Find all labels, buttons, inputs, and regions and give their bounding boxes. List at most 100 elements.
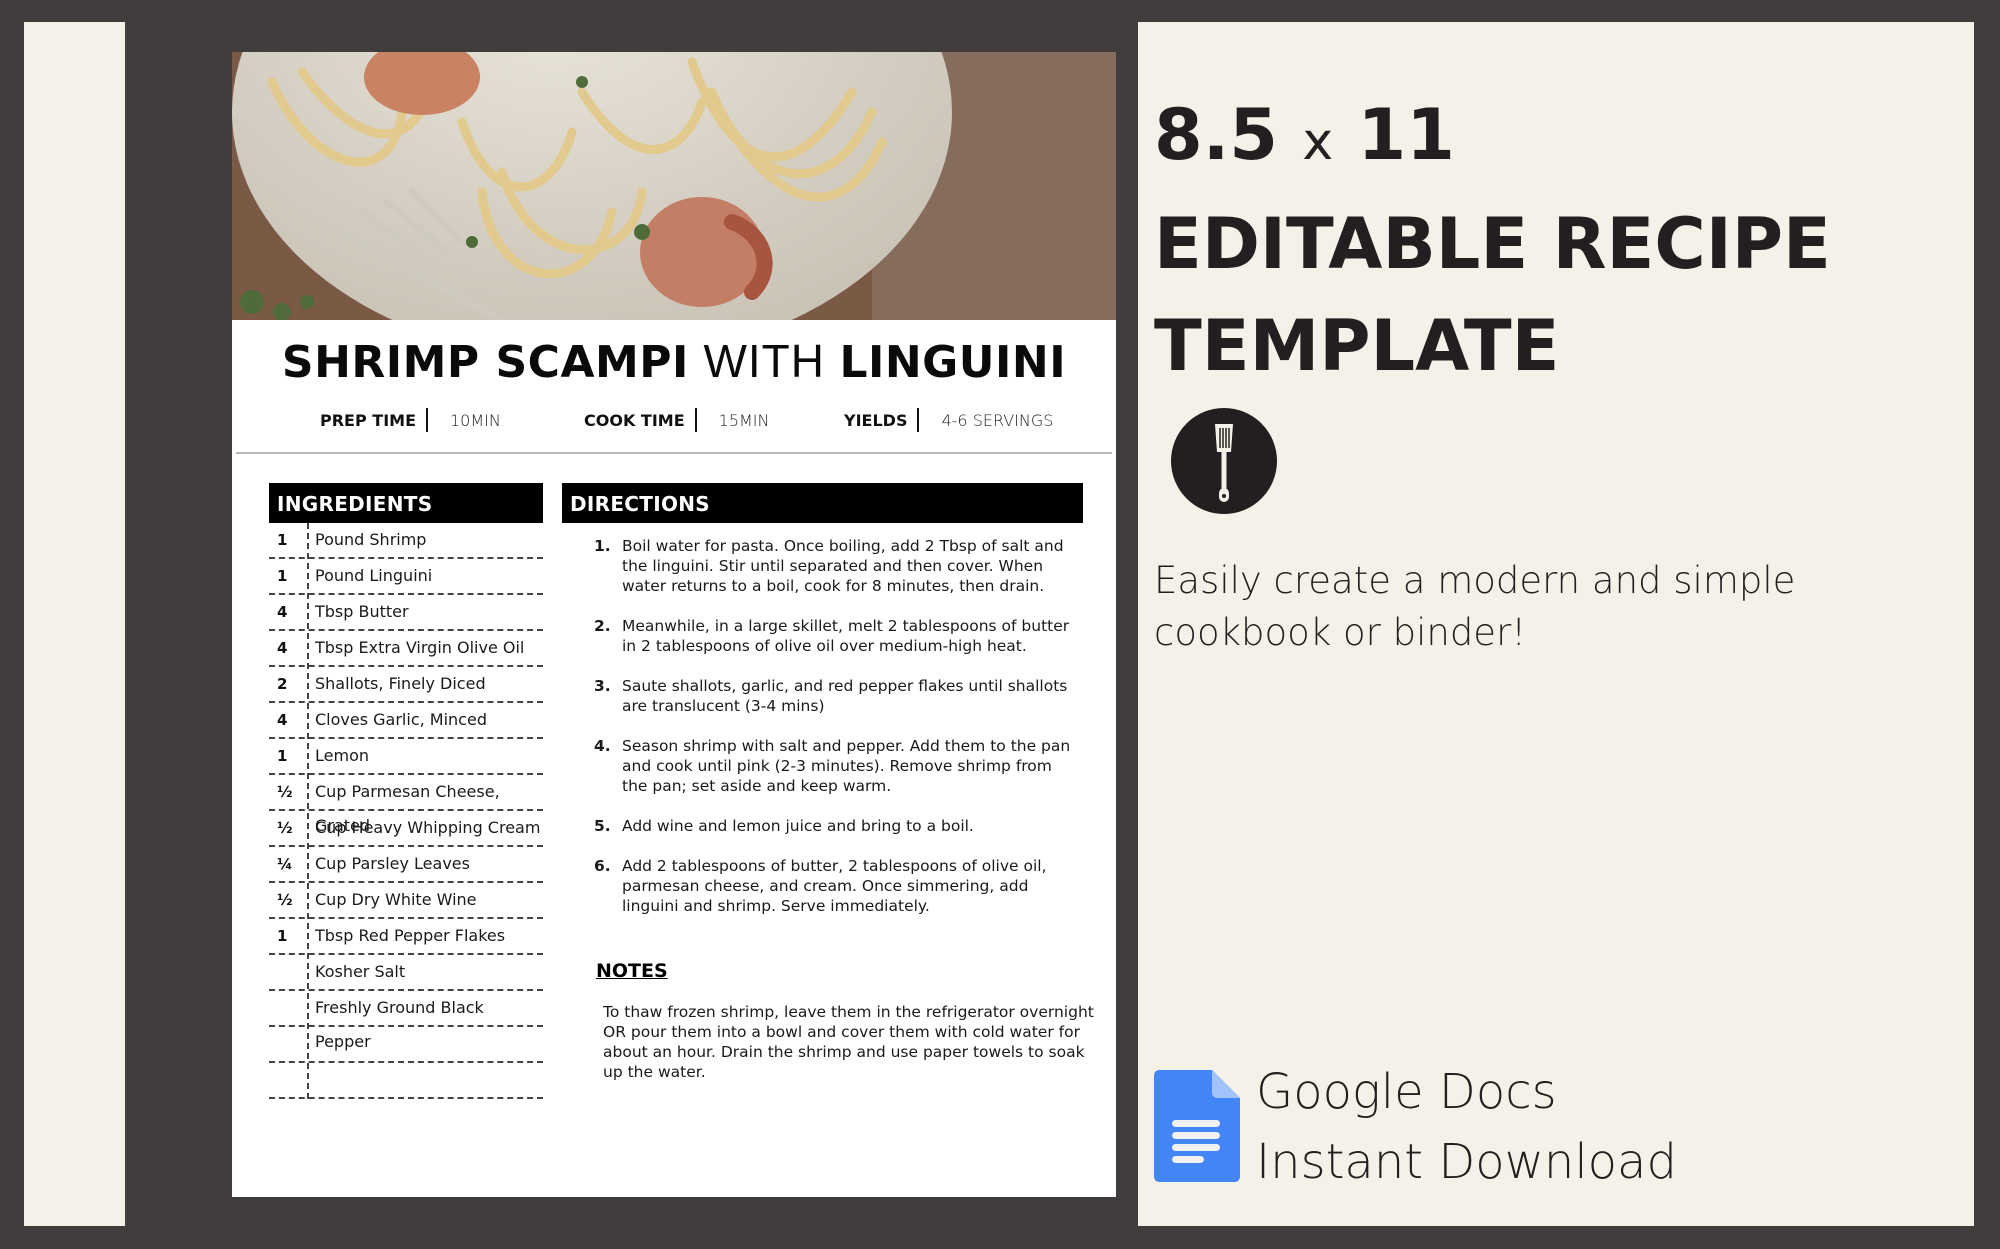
ingredient-name: Tbsp Extra Virgin Olive Oil (315, 638, 525, 657)
step-number: 3. (594, 677, 611, 695)
ingredients-list: 1 Pound Shrimp 1 Pound Linguini 4 Tbsp Butter… (269, 523, 543, 1099)
notes-body: To thaw frozen shrimp, leave them in the… (603, 1003, 1094, 1081)
title-part-1: SHRIMP SCAMPI (281, 337, 689, 388)
left-page-edge (24, 22, 125, 1226)
ingredient-quantity: 4 (277, 711, 288, 729)
cook-time: COOK TIME 15MIN (584, 405, 770, 435)
prep-time: PREP TIME 10MIN (320, 405, 501, 435)
title-connector: WITH (703, 335, 825, 387)
headline-line-2: EDITABLE RECIPE (1154, 203, 1831, 285)
directions-list: 1. Boil water for pasta. Once boiling, ad… (562, 536, 1083, 916)
meta-separator (694, 408, 697, 432)
ingredient-name: Pound Linguini (315, 566, 433, 585)
notes-section: NOTES To thaw frozen shrimp, leave them … (596, 960, 1096, 1082)
yields-value: 4-6 SERVINGS (941, 410, 1054, 430)
direction-step: 4. Season shrimp with salt and pepper. Ad… (562, 736, 1083, 796)
recipe-photo (232, 52, 1116, 320)
ingredient-row: 4 Tbsp Butter (269, 595, 543, 631)
ingredient-row: 1 Pound Linguini (269, 559, 543, 595)
google-docs-label: Google Docs Instant Download (1256, 1057, 1677, 1197)
step-text: Season shrimp with salt and pepper. Add … (622, 737, 1071, 795)
app-name: Google Docs (1256, 1064, 1557, 1120)
ingredient-row: 1 Pound Shrimp (269, 523, 543, 559)
direction-step: 3. Saute shallots, garlic, and red pepper… (562, 676, 1083, 716)
recipe-meta-row: PREP TIME 10MIN COOK TIME 15MIN YIELDS 4… (232, 405, 1116, 435)
prep-time-label: PREP TIME (320, 410, 416, 430)
ingredient-name: Tbsp Red Pepper Flakes (315, 926, 506, 945)
size-height: 11 (1357, 94, 1455, 176)
ingredient-name: Tbsp Butter (315, 602, 409, 621)
promo-headline: 8.5 x 11 EDITABLE RECIPE TEMPLATE (1154, 84, 1831, 397)
ingredient-row (269, 1063, 543, 1099)
ingredient-name: Cloves Garlic, Minced (315, 710, 487, 729)
ingredient-row (269, 1027, 543, 1063)
ingredient-row: ½ Cup Dry White Wine (269, 883, 543, 919)
direction-step: 6. Add 2 tablespoons of butter, 2 tablesp… (562, 856, 1083, 916)
ingredient-row: ¼ Cup Parsley Leaves (269, 847, 543, 883)
cook-time-value: 15MIN (718, 410, 770, 430)
directions-section: DIRECTIONS 1. Boil water for pasta. Once … (562, 483, 1083, 936)
step-number: 4. (594, 737, 611, 755)
size-line: 8.5 x 11 (1154, 84, 1831, 193)
ingredient-quantity: ½ (277, 819, 293, 837)
ingredient-row: Kosher Salt (269, 955, 543, 991)
ingredient-name: Pound Shrimp (315, 530, 427, 549)
ingredient-quantity: ½ (277, 891, 293, 909)
yields: YIELDS 4-6 SERVINGS (844, 405, 1053, 435)
cook-time-label: COOK TIME (584, 410, 685, 430)
yields-label: YIELDS (844, 410, 908, 430)
notes-title: NOTES (596, 960, 668, 982)
step-text: Meanwhile, in a large skillet, melt 2 ta… (622, 617, 1070, 655)
headline-line-3: TEMPLATE (1154, 305, 1560, 387)
ingredient-name: Cup Dry White Wine (315, 890, 477, 909)
direction-step: 2. Meanwhile, in a large skillet, melt 2 … (562, 616, 1083, 656)
meta-separator (426, 408, 428, 432)
photo-illustration (232, 52, 1116, 320)
ingredient-row: 1 Tbsp Red Pepper Flakes (269, 919, 543, 955)
recipe-title: SHRIMP SCAMPI WITH LINGUINI (232, 334, 1116, 388)
ingredient-quantity: 1 (277, 567, 288, 585)
prep-time-value: 10MIN (450, 410, 501, 430)
ingredient-quantity: 1 (277, 747, 288, 765)
header-divider (236, 452, 1112, 454)
direction-step: 5. Add wine and lemon juice and bring to … (562, 816, 1083, 836)
ingredient-name: Cup Parsley Leaves (315, 854, 470, 873)
step-text: Boil water for pasta. Once boiling, add … (622, 537, 1064, 595)
title-part-2: LINGUINI (839, 337, 1067, 388)
step-number: 2. (594, 617, 611, 635)
spatula-icon (1171, 408, 1277, 514)
size-x: x (1302, 112, 1334, 172)
ingredient-quantity: ¼ (277, 855, 293, 873)
ingredients-section: INGREDIENTS 1 Pound Shrimp 1 Pound Linguini… (269, 483, 543, 1099)
ingredient-row: 4 Tbsp Extra Virgin Olive Oil (269, 631, 543, 667)
ingredient-row: ½ Cup Parmesan Cheese, Grated (269, 775, 543, 835)
directions-header: DIRECTIONS (562, 483, 1083, 523)
size-width: 8.5 (1154, 94, 1279, 176)
step-number: 5. (594, 817, 611, 835)
direction-step: 1. Boil water for pasta. Once boiling, ad… (562, 536, 1083, 596)
ingredient-quantity: 4 (277, 603, 288, 621)
ingredient-quantity: 4 (277, 639, 288, 657)
step-number: 6. (594, 857, 611, 875)
ingredient-name: Lemon (315, 746, 369, 765)
ingredient-name: Kosher Salt (315, 962, 406, 981)
ingredient-quantity: ½ (277, 783, 293, 801)
ingredient-quantity: 1 (277, 531, 288, 549)
step-text: Add wine and lemon juice and bring to a … (622, 817, 974, 835)
step-text: Add 2 tablespoons of butter, 2 tablespoo… (622, 857, 1047, 915)
ingredient-row: ½ Cup Heavy Whipping Cream (269, 811, 543, 847)
instant-download: Instant Download (1256, 1134, 1677, 1190)
ingredient-name: Cup Heavy Whipping Cream (315, 818, 541, 837)
ingredient-row: Freshly Ground Black Pepper (269, 991, 543, 1051)
ingredient-quantity: 1 (277, 927, 288, 945)
promo-panel: 8.5 x 11 EDITABLE RECIPE TEMPLATE Easily… (1138, 22, 1974, 1226)
step-text: Saute shallots, garlic, and red pepper f… (622, 677, 1068, 715)
google-docs-icon (1154, 1070, 1240, 1182)
promo-tagline: Easily create a modern and simple cookbo… (1154, 559, 1796, 654)
ingredient-row: 1 Lemon (269, 739, 543, 775)
step-number: 1. (594, 537, 611, 555)
ingredient-row: 2 Shallots, Finely Diced (269, 667, 543, 703)
meta-separator (917, 408, 920, 432)
ingredients-column-divider (307, 523, 309, 1099)
ingredient-quantity: 2 (277, 675, 288, 693)
